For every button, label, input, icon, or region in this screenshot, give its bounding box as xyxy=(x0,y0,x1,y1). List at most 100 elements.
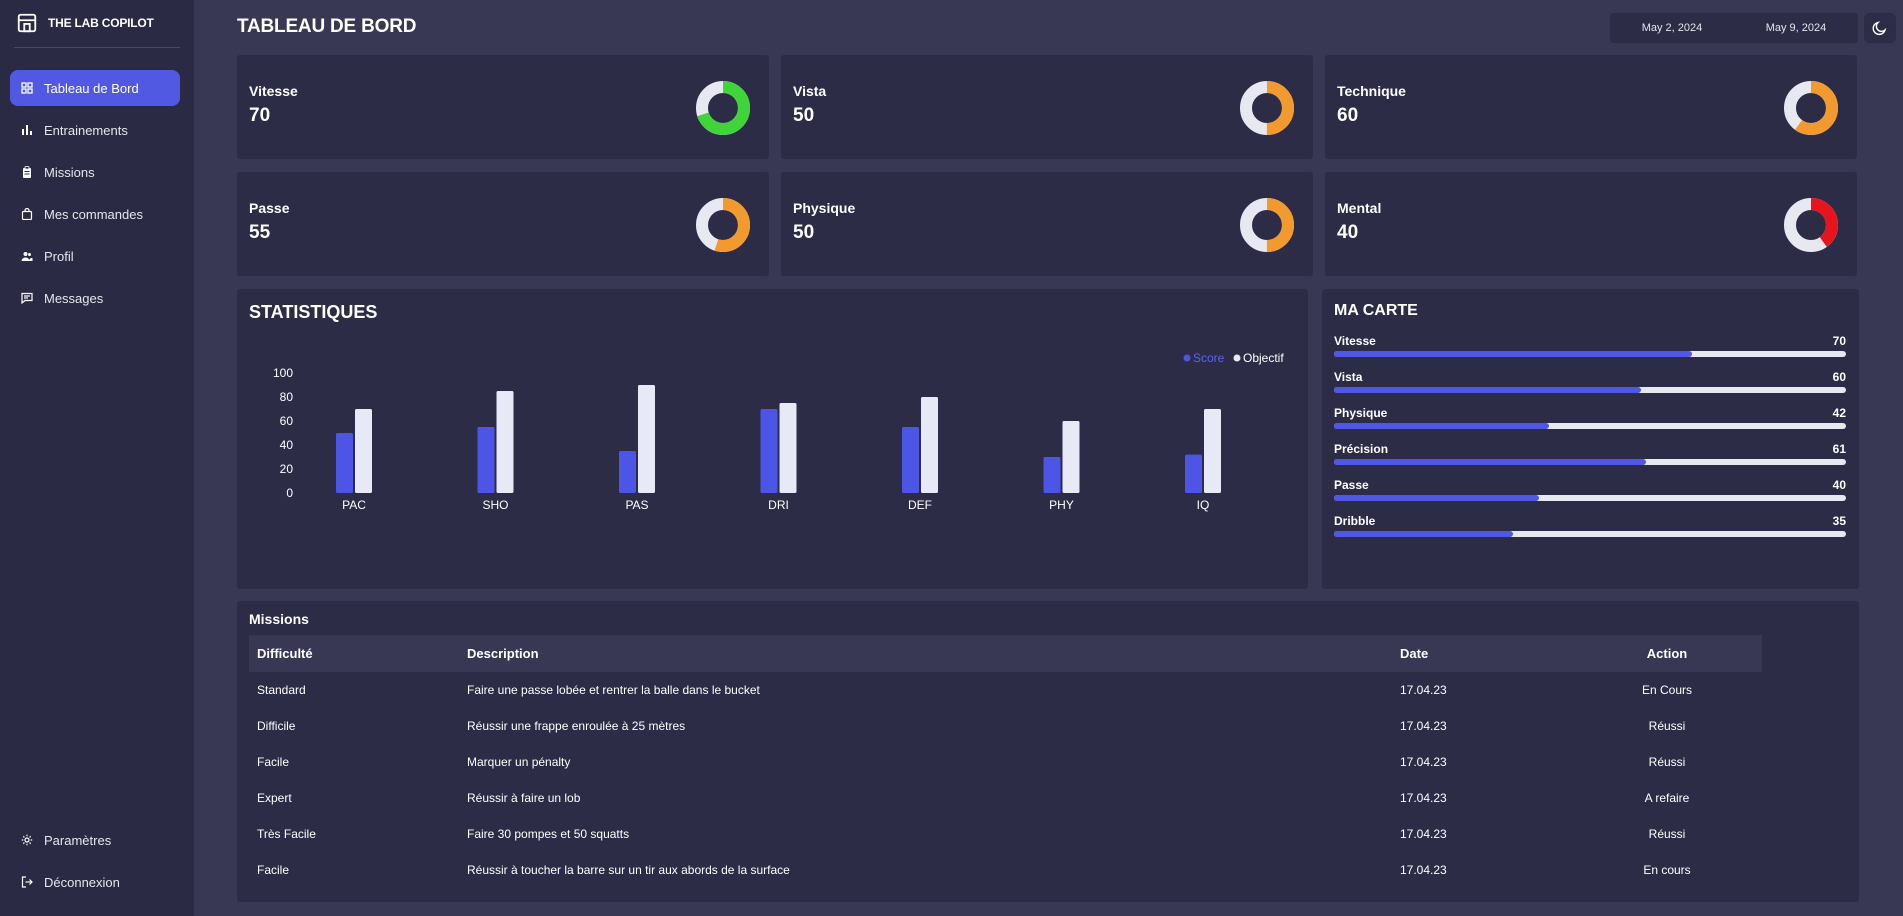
progress-track xyxy=(1334,351,1846,357)
sidebar-item-parametres[interactable]: Paramètres xyxy=(10,822,180,858)
cell-description: Marquer un pénalty xyxy=(467,755,571,769)
bar-score-sho xyxy=(477,427,495,493)
stat-label: Passe xyxy=(249,200,290,216)
bar-objectif-pas xyxy=(638,385,655,493)
y-tick-label: 20 xyxy=(280,462,294,476)
sidebar-nav: Tableau de Bord Entrainements Missions M… xyxy=(10,70,180,322)
moon-icon xyxy=(1872,21,1887,36)
missions-title: Missions xyxy=(249,611,309,627)
missions-card: Missions Difficulté Description Date Act… xyxy=(237,601,1859,902)
sidebar-item-deconnexion[interactable]: Déconnexion xyxy=(10,864,180,900)
cell-action[interactable]: A refaire xyxy=(1572,780,1762,816)
stat-label: Physique xyxy=(793,200,856,216)
stat-donut xyxy=(696,198,750,252)
carte-value: 70 xyxy=(1832,334,1846,348)
progress-track xyxy=(1334,387,1846,393)
sidebar-item-missions[interactable]: Missions xyxy=(10,154,180,190)
statistics-title: STATISTIQUES xyxy=(249,302,378,322)
table-row[interactable]: Très Facile Faire 30 pompes et 50 squatts… xyxy=(249,816,1762,852)
statistics-card: 0 20 40 60 80 100 PAC SHO PAS DRI DEF PHY IQ Score Obj… xyxy=(237,289,1308,589)
date-start[interactable]: May 2, 2024 xyxy=(1642,22,1703,34)
app-logo[interactable]: THE LAB COPILOT xyxy=(16,12,154,34)
sidebar-item-label: Missions xyxy=(44,164,95,180)
column-header[interactable]: Action xyxy=(1572,635,1762,672)
sidebar-item-label: Entrainements xyxy=(44,122,128,138)
carte-row-dribble: Dribble 35 xyxy=(1334,514,1846,537)
sidebar-item-tableau-de-bord[interactable]: Tableau de Bord xyxy=(10,70,180,106)
table-row[interactable]: Facile Réussir à toucher la barre sur un … xyxy=(249,852,1762,888)
table-row[interactable]: Difficile Réussir une frappe enroulée à 2… xyxy=(249,708,1762,744)
stat-value: 55 xyxy=(249,222,271,243)
stat-card-passe: Passe 55 xyxy=(237,172,769,276)
cell-difficulty: Expert xyxy=(257,791,292,805)
stat-value: 50 xyxy=(793,105,815,126)
cell-difficulty: Facile xyxy=(257,755,290,769)
cell-difficulty: Facile xyxy=(257,863,290,877)
table-row[interactable]: Standard Faire une passe lobée et rentrer… xyxy=(249,672,1762,708)
stat-donut xyxy=(1784,81,1838,135)
sidebar-item-label: Déconnexion xyxy=(44,874,120,890)
carte-label: Physique xyxy=(1334,406,1388,420)
carte-row-vista: Vista 60 xyxy=(1334,370,1846,393)
sidebar-item-label: Profil xyxy=(44,248,74,264)
cell-date: 17.04.23 xyxy=(1400,791,1447,805)
bar-chart-icon xyxy=(20,123,34,137)
date-range-picker[interactable]: May 2, 2024 May 9, 2024 xyxy=(1610,13,1858,43)
carte-row-précision: Précision 61 xyxy=(1334,442,1846,465)
sidebar-item-profil[interactable]: Profil xyxy=(10,238,180,274)
sidebar-item-label: Mes commandes xyxy=(44,206,143,222)
date-end[interactable]: May 9, 2024 xyxy=(1766,22,1827,34)
sidebar-item-entrainements[interactable]: Entrainements xyxy=(10,112,180,148)
stat-card-physique: Physique 50 xyxy=(781,172,1313,276)
stat-donut xyxy=(1240,198,1294,252)
carte-label: Vista xyxy=(1334,370,1363,384)
cell-description: Réussir à toucher la barre sur un tir au… xyxy=(467,863,790,877)
progress-fill xyxy=(1334,495,1539,501)
cell-description: Réussir à faire un lob xyxy=(467,791,581,805)
shopping-bag-icon xyxy=(20,207,34,221)
table-row[interactable]: Expert Réussir à faire un lob 17.04.23 A re… xyxy=(249,780,1762,816)
message-icon xyxy=(20,291,34,305)
carte-row-passe: Passe 40 xyxy=(1334,478,1846,501)
bar-score-def xyxy=(902,427,919,493)
table-row[interactable]: Facile Marquer un pénalty 17.04.23 Réussi xyxy=(249,744,1762,780)
bar-objectif-phy xyxy=(1062,421,1080,493)
y-tick-label: 80 xyxy=(280,390,294,404)
cell-difficulty: Standard xyxy=(257,683,306,697)
theme-toggle-button[interactable] xyxy=(1864,13,1896,43)
cell-action[interactable]: Réussi xyxy=(1572,744,1762,780)
cell-action[interactable]: Réussi xyxy=(1572,708,1762,744)
cell-description: Faire une passe lobée et rentrer la ball… xyxy=(467,683,760,697)
cell-date: 17.04.23 xyxy=(1400,827,1447,841)
x-tick-label: PAC xyxy=(342,498,366,512)
carte-label: Dribble xyxy=(1334,514,1376,528)
table-header-row: Difficulté Description Date Action xyxy=(249,635,1762,672)
column-header[interactable]: Difficulté xyxy=(249,635,459,672)
bar-objectif-sho xyxy=(496,391,514,493)
cell-difficulty: Difficile xyxy=(257,719,296,733)
sidebar-item-messages[interactable]: Messages xyxy=(10,280,180,316)
cell-action[interactable]: En Cours xyxy=(1572,672,1762,708)
cell-date: 17.04.23 xyxy=(1400,755,1447,769)
column-header[interactable]: Description xyxy=(459,635,1392,672)
app-name: THE LAB COPILOT xyxy=(48,16,154,30)
stat-value: 60 xyxy=(1337,105,1359,126)
x-tick-label: SHO xyxy=(482,498,508,512)
cell-action[interactable]: Réussi xyxy=(1572,816,1762,852)
sidebar-item-label: Tableau de Bord xyxy=(44,80,139,96)
x-tick-label: PHY xyxy=(1049,498,1074,512)
cell-action[interactable]: En cours xyxy=(1572,852,1762,888)
carte-value: 60 xyxy=(1832,370,1846,384)
progress-fill xyxy=(1334,351,1693,357)
cell-difficulty: Très Facile xyxy=(257,827,316,841)
gear-icon xyxy=(20,833,34,847)
y-tick-label: 100 xyxy=(273,366,293,380)
sidebar-divider xyxy=(14,47,180,48)
stat-value: 70 xyxy=(249,105,271,126)
page-title: TABLEAU DE BORD xyxy=(237,16,417,37)
cell-date: 17.04.23 xyxy=(1400,719,1447,733)
stat-card-vitesse: Vitesse 70 xyxy=(237,55,769,159)
column-header[interactable]: Date xyxy=(1392,635,1572,672)
y-tick-label: 60 xyxy=(280,414,294,428)
sidebar-item-mes-commandes[interactable]: Mes commandes xyxy=(10,196,180,232)
